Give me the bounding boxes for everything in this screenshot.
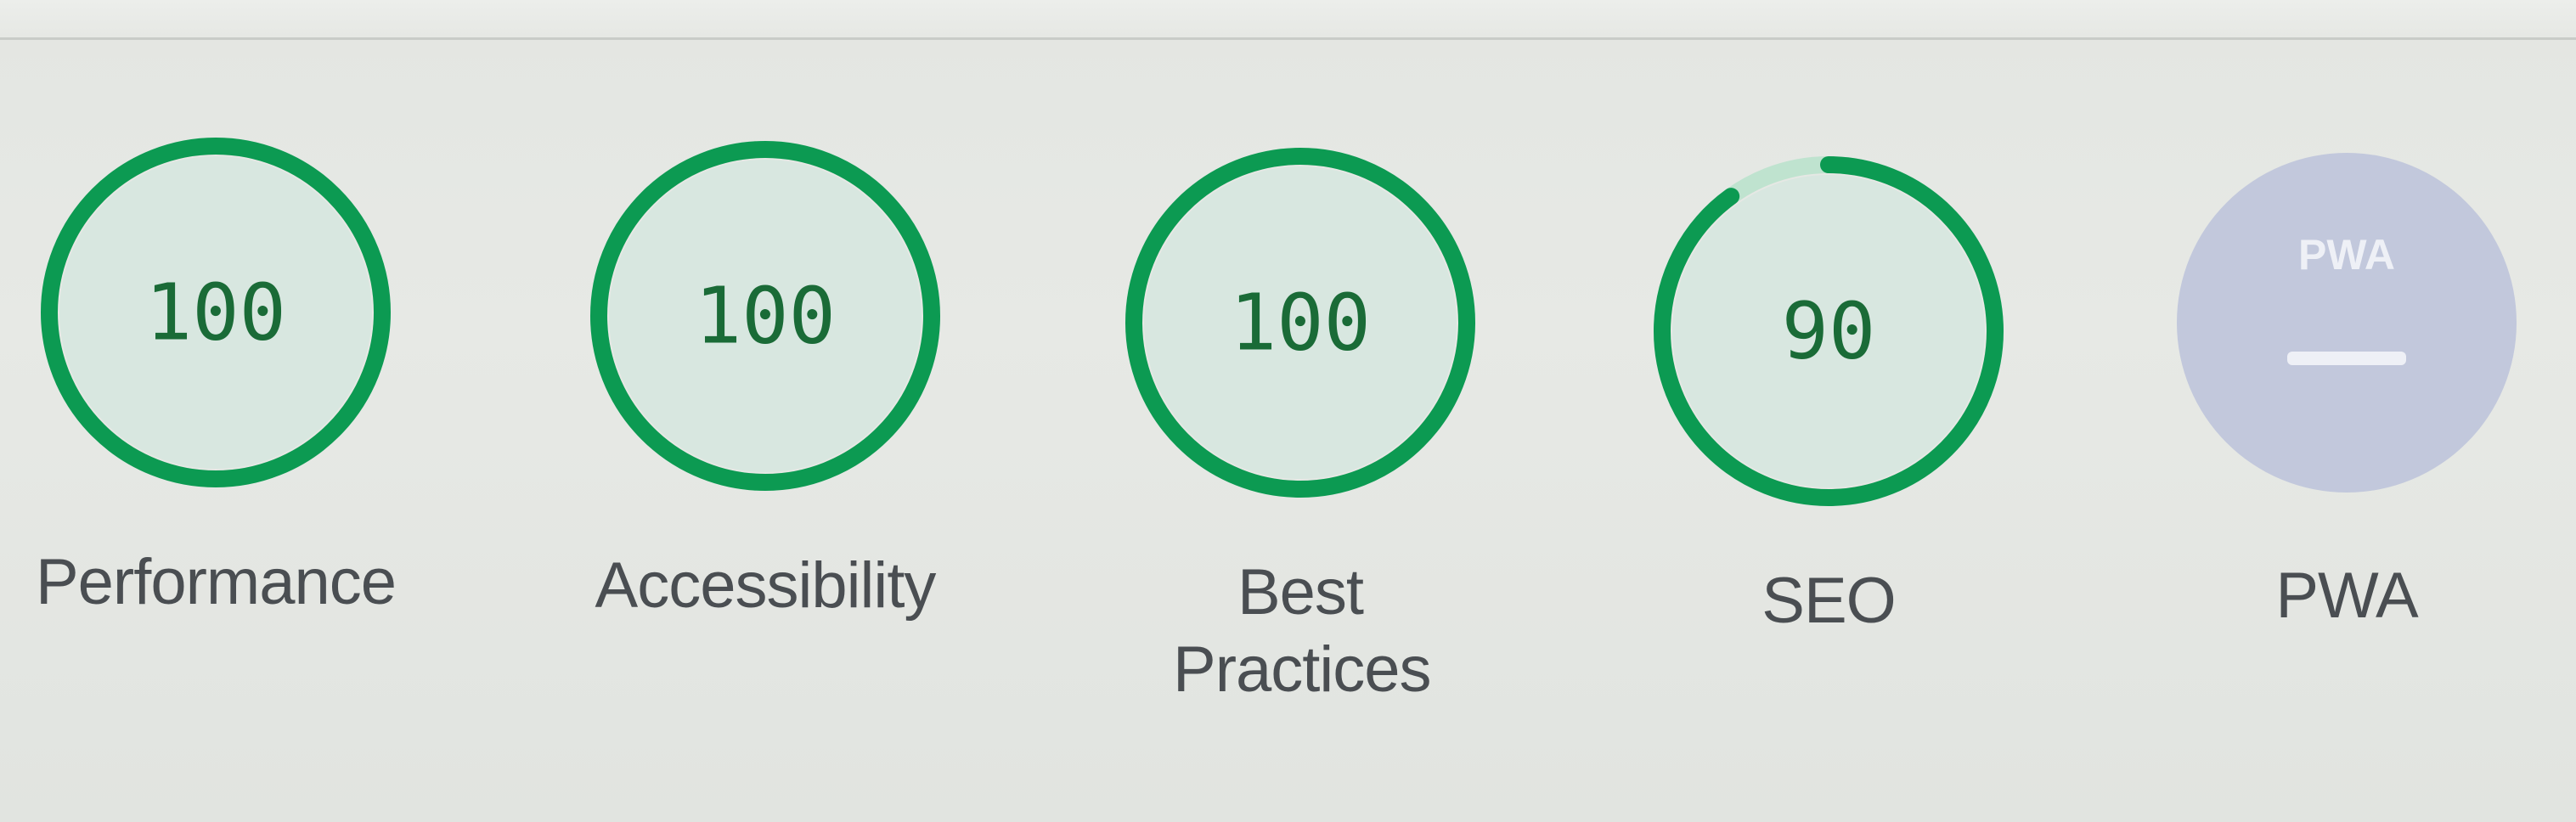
gauge-seo-label: SEO xyxy=(1761,565,1897,637)
gauge-pwa[interactable]: PWA PWA xyxy=(2126,136,2568,634)
gauge-pwa-label: PWA xyxy=(2275,560,2418,632)
gauge-accessibility-ring: 100 xyxy=(590,141,940,491)
pwa-badge-text: PWA xyxy=(2298,231,2395,279)
gauge-accessibility-score: 100 xyxy=(695,271,836,362)
gauge-performance-score: 100 xyxy=(145,267,286,358)
score-gauges: 100 Performance 100 Accessibility 100 Be… xyxy=(0,0,2576,822)
gauge-seo-score: 90 xyxy=(1782,286,1876,377)
gauge-performance-ring: 100 xyxy=(41,138,391,487)
gauge-seo-ring: 90 xyxy=(1654,156,2004,506)
gauge-best-practices-score: 100 xyxy=(1230,278,1371,369)
gauge-performance[interactable]: 100 Performance xyxy=(0,126,437,621)
gauge-accessibility[interactable]: 100 Accessibility xyxy=(544,129,986,624)
gauge-best-practices-ring: 100 xyxy=(1125,148,1475,498)
gauge-best-practices[interactable]: 100 Best Practices xyxy=(1079,136,1521,708)
pwa-badge-icon: PWA xyxy=(2177,153,2517,493)
gauge-best-practices-label: Best Practices xyxy=(1173,556,1432,707)
gauge-performance-label: Performance xyxy=(35,546,397,618)
gauge-accessibility-label: Accessibility xyxy=(595,549,937,622)
gauge-seo[interactable]: 90 SEO xyxy=(1608,144,2049,639)
pwa-dash-icon xyxy=(2287,352,2406,365)
pwa-badge-circle xyxy=(2177,153,2517,493)
